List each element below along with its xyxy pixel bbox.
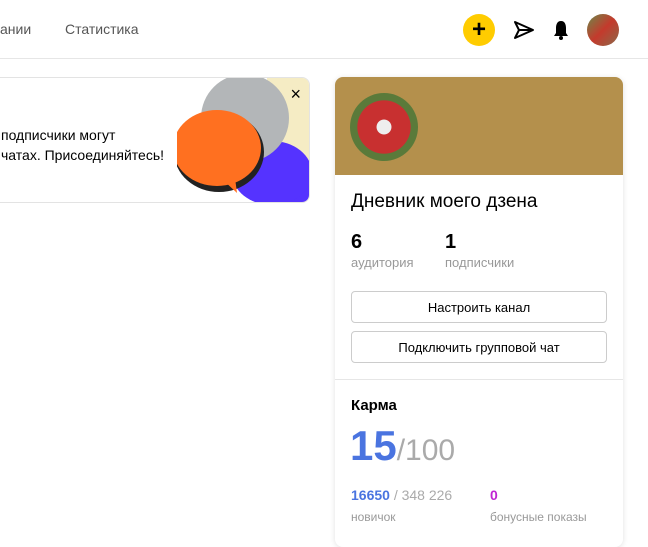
karma-score: 15: [350, 422, 397, 469]
audience-stat: 6 аудитория: [351, 231, 414, 272]
plus-icon[interactable]: +: [463, 14, 495, 46]
bonus-value: 0: [490, 487, 498, 503]
divider: [335, 379, 623, 380]
subscribers-label: подписчики: [445, 255, 515, 270]
audience-value: 6: [351, 231, 363, 253]
karma-points-total: / 348 226: [389, 487, 453, 503]
nav-item-statistics[interactable]: Статистика: [65, 21, 139, 37]
channel-avatar[interactable]: [350, 93, 418, 161]
karma-points-value: 16650: [351, 487, 390, 503]
close-icon[interactable]: ×: [290, 84, 301, 105]
channel-card: Дневник моего дзена 6 аудитория 1 подписчи…: [335, 77, 623, 547]
subscribers-stat: 1 подписчики: [445, 231, 514, 272]
header: ании Статистика +: [0, 0, 648, 59]
send-icon[interactable]: [508, 14, 540, 46]
bell-icon[interactable]: [545, 14, 577, 46]
nav-item-publications[interactable]: ании: [0, 21, 31, 37]
channel-cover: [335, 77, 623, 175]
banner-text-line1: подписчики могут: [1, 127, 116, 143]
banner-text-line2: чатах. Присоединяйтесь!: [1, 147, 165, 163]
karma-points: 16650 / 348 226: [351, 487, 452, 503]
karma-max: /100: [396, 434, 456, 467]
karma-level: новичок: [351, 510, 396, 524]
chat-promo-banner: подписчики могут чатах. Присоединяйтесь!…: [0, 77, 310, 203]
subscribers-value: 1: [445, 231, 457, 253]
configure-channel-button[interactable]: Настроить канал: [351, 291, 607, 323]
channel-title[interactable]: Дневник моего дзена: [351, 191, 537, 213]
audience-label: аудитория: [351, 255, 414, 270]
connect-group-chat-button[interactable]: Подключить групповой чат: [351, 331, 607, 363]
karma-value: 15/100: [350, 422, 455, 470]
bonus-label: бонусные показы: [490, 510, 587, 524]
avatar[interactable]: [587, 14, 619, 46]
karma-title: Карма: [351, 397, 397, 414]
